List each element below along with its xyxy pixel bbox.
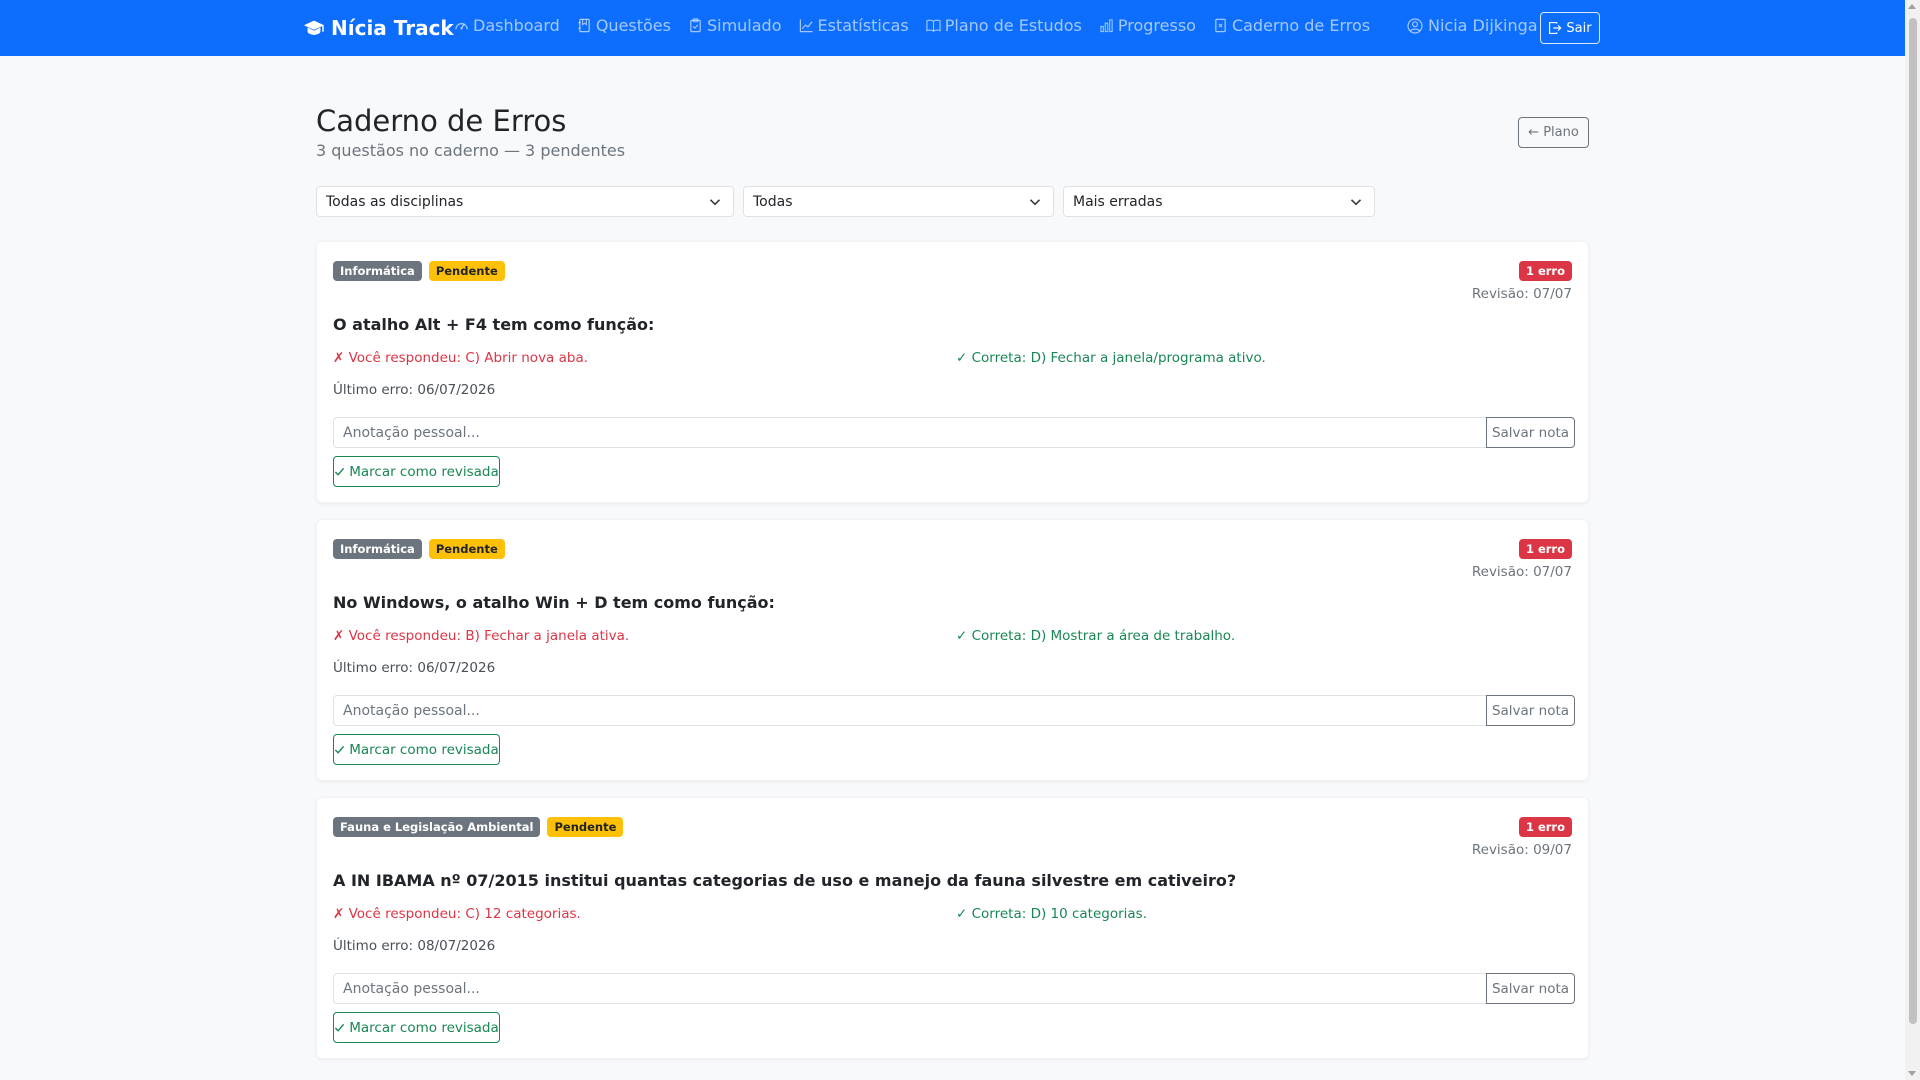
chevron-down-icon [1029, 199, 1041, 206]
nav-link-label: Dashboard [473, 16, 560, 35]
save-note-button[interactable]: Salvar nota [1486, 973, 1575, 1004]
status-filter-value: Todas [753, 193, 793, 210]
correct-answer: ✓ Correta: D) Mostrar a área de trabalho… [956, 628, 1236, 644]
question-text: O atalho Alt + F4 tem como função: [333, 315, 655, 334]
note-input[interactable] [333, 695, 1487, 726]
order-filter-value: Mais erradas [1073, 193, 1163, 210]
last-error-date: Último erro: 08/07/2026 [333, 938, 496, 954]
mark-reviewed-label: Marcar como revisada [349, 1019, 499, 1036]
mortarboard-icon [303, 20, 325, 35]
brand[interactable]: Nícia Track [303, 14, 454, 42]
nav-links: Dashboard Questões Simulado Estatísticas… [454, 16, 1370, 35]
error-card: Fauna e Legislação Ambiental Pendente 1 … [316, 797, 1589, 1059]
discipline-badge: Informática [333, 539, 422, 559]
mark-reviewed-button[interactable]: Marcar como revisada [333, 734, 500, 765]
error-card: Informática Pendente 1 erro Revisão: 07/… [316, 241, 1589, 503]
note-input[interactable] [333, 417, 1487, 448]
nav-link-caderno-de-erros[interactable]: Caderno de Erros [1213, 16, 1370, 35]
logout-label: Sair [1566, 20, 1592, 36]
nav-link-label: Caderno de Erros [1231, 16, 1371, 35]
logout-icon [1549, 22, 1562, 34]
error-card: Informática Pendente 1 erro Revisão: 07/… [316, 519, 1589, 781]
nav-link-dashboard[interactable]: Dashboard [454, 16, 560, 35]
status-badge: Pendente [428, 539, 505, 559]
note-input[interactable] [333, 973, 1487, 1004]
question-text: No Windows, o atalho Win + D tem como fu… [333, 593, 775, 612]
mark-reviewed-label: Marcar como revisada [349, 463, 499, 480]
nav-link-label: Progresso [1117, 16, 1196, 35]
check-icon [335, 745, 345, 754]
correct-answer: ✓ Correta: D) Fechar a janela/programa a… [956, 350, 1266, 366]
person-circle-icon [1407, 17, 1423, 34]
wrong-answer: ✗ Você respondeu: C) 12 categorias. [333, 906, 581, 922]
nav-link-label: Questões [595, 16, 671, 35]
page-subtitle: 3 questãos no caderno — 3 pendentes [316, 141, 626, 160]
review-date: Revisão: 07/07 [1471, 564, 1572, 580]
discipline-badge: Fauna e Legislação Ambiental [333, 817, 541, 837]
nav-link-label: Estatísticas [817, 16, 909, 35]
nav-link-label: Plano de Estudos [944, 16, 1082, 35]
error-count-badge: 1 erro [1518, 539, 1572, 559]
mark-reviewed-button[interactable]: Marcar como revisada [333, 1012, 500, 1043]
card-badges: Informática Pendente [333, 539, 505, 559]
scroll-down-arrow-icon[interactable] [1908, 1071, 1916, 1076]
save-note-button[interactable]: Salvar nota [1486, 417, 1575, 448]
nav-link-label: Simulado [706, 16, 782, 35]
error-count-badge: 1 erro [1518, 817, 1572, 837]
review-date: Revisão: 09/07 [1471, 842, 1572, 858]
check-icon [335, 467, 345, 476]
bar-chart-icon [1100, 19, 1113, 33]
card-badges: Informática Pendente [333, 261, 505, 281]
last-error-date: Último erro: 06/07/2026 [333, 660, 496, 676]
status-filter-select[interactable]: Todas [743, 186, 1054, 217]
logout-button[interactable]: Sair [1540, 12, 1600, 44]
save-note-button[interactable]: Salvar nota [1486, 695, 1575, 726]
status-badge: Pendente [428, 261, 505, 281]
question-text: A IN IBAMA nº 07/2015 institui quantas c… [333, 871, 1237, 890]
correct-answer: ✓ Correta: D) 10 categorias. [956, 906, 1148, 922]
wrong-answer: ✗ Você respondeu: C) Abrir nova aba. [333, 350, 589, 366]
journal-x-icon [1215, 18, 1226, 33]
discipline-badge: Informática [333, 261, 422, 281]
journal-icon [578, 18, 590, 33]
clipboard-icon [690, 18, 701, 33]
discipline-filter-select[interactable]: Todas as disciplinas [316, 186, 734, 217]
discipline-filter-value: Todas as disciplinas [326, 193, 464, 210]
user-menu[interactable]: Nicia Dijkinga [1407, 16, 1538, 35]
mark-reviewed-label: Marcar como revisada [349, 741, 499, 758]
user-name: Nicia Dijkinga [1428, 16, 1538, 35]
nav-link-questoes[interactable]: Questões [577, 16, 671, 35]
brand-label: Nícia Track [331, 16, 454, 40]
nav-link-estatisticas[interactable]: Estatísticas [799, 16, 909, 35]
nav-link-plano-de-estudos[interactable]: Plano de Estudos [926, 16, 1082, 35]
mark-reviewed-button[interactable]: Marcar como revisada [333, 456, 500, 487]
wrong-answer: ✗ Você respondeu: B) Fechar a janela ati… [333, 628, 630, 644]
back-to-plan-button[interactable]: ← Plano [1518, 117, 1589, 148]
navbar: Nícia Track Dashboard Questões Simulado … [0, 0, 1905, 56]
scrollbar-thumb[interactable] [1909, 18, 1917, 1024]
page-title: Caderno de Erros [316, 104, 567, 138]
last-error-date: Último erro: 06/07/2026 [333, 382, 496, 398]
graph-up-icon [799, 19, 813, 33]
card-badges: Fauna e Legislação Ambiental Pendente [333, 817, 624, 837]
scroll-up-arrow-icon[interactable] [1908, 4, 1916, 9]
chevron-down-icon [709, 199, 721, 206]
speedometer-icon [455, 23, 468, 30]
status-badge: Pendente [547, 817, 624, 837]
review-date: Revisão: 07/07 [1471, 286, 1572, 302]
check-icon [335, 1023, 345, 1032]
error-count-badge: 1 erro [1518, 261, 1572, 281]
nav-link-progresso[interactable]: Progresso [1099, 16, 1196, 35]
page: Nícia Track Dashboard Questões Simulado … [0, 0, 1920, 1080]
chevron-down-icon [1350, 199, 1362, 206]
nav-link-simulado[interactable]: Simulado [688, 16, 782, 35]
book-icon [926, 19, 941, 32]
scrollbar[interactable] [1905, 0, 1920, 1080]
order-filter-select[interactable]: Mais erradas [1063, 186, 1375, 217]
